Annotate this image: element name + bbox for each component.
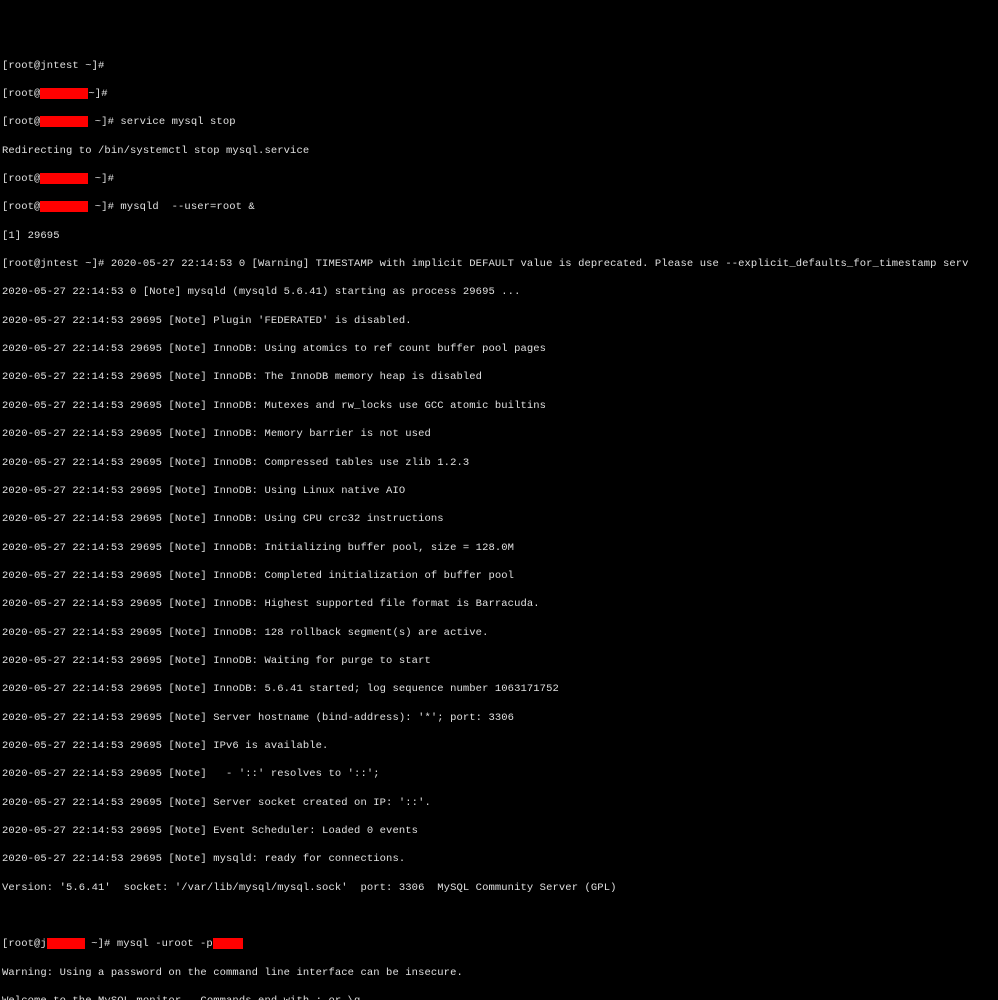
terminal-line: Warning: Using a password on the command…: [2, 966, 996, 980]
terminal-line: 2020-05-27 22:14:53 29695 [Note] Plugin …: [2, 314, 996, 328]
terminal-line: 2020-05-27 22:14:53 29695 [Note] InnoDB:…: [2, 484, 996, 498]
redacted-hostname: [40, 201, 88, 212]
terminal-line: 2020-05-27 22:14:53 29695 [Note] InnoDB:…: [2, 370, 996, 384]
terminal-line: 2020-05-27 22:14:53 29695 [Note] InnoDB:…: [2, 626, 996, 640]
terminal-line: 2020-05-27 22:14:53 29695 [Note] IPv6 is…: [2, 739, 996, 753]
terminal-line: 2020-05-27 22:14:53 29695 [Note] mysqld:…: [2, 852, 996, 866]
terminal-line: [root@j ~]# mysql -uroot -p: [2, 937, 996, 951]
terminal-line: Welcome to the MySQL monitor. Commands e…: [2, 994, 996, 1000]
terminal-line: 2020-05-27 22:14:53 29695 [Note] InnoDB:…: [2, 512, 996, 526]
terminal-line: [root@~]#: [2, 87, 996, 101]
terminal-line: Redirecting to /bin/systemctl stop mysql…: [2, 144, 996, 158]
terminal-line: [1] 29695: [2, 229, 996, 243]
terminal-line: 2020-05-27 22:14:53 29695 [Note] InnoDB:…: [2, 342, 996, 356]
terminal-line: [root@ ~]#: [2, 172, 996, 186]
redacted-hostname: [40, 116, 88, 127]
terminal-line: 2020-05-27 22:14:53 29695 [Note] - '::' …: [2, 767, 996, 781]
terminal-line: [root@jntest ~]# 2020-05-27 22:14:53 0 […: [2, 257, 996, 271]
terminal-line: 2020-05-27 22:14:53 29695 [Note] InnoDB:…: [2, 541, 996, 555]
terminal-line: 2020-05-27 22:14:53 29695 [Note] Server …: [2, 711, 996, 725]
terminal-line: [2, 909, 996, 923]
terminal-line: 2020-05-27 22:14:53 29695 [Note] InnoDB:…: [2, 597, 996, 611]
terminal-line: 2020-05-27 22:14:53 29695 [Note] InnoDB:…: [2, 569, 996, 583]
terminal-line: [root@ ~]# service mysql stop: [2, 115, 996, 129]
terminal-line: [root@ ~]# mysqld --user=root &: [2, 200, 996, 214]
terminal-line: 2020-05-27 22:14:53 29695 [Note] InnoDB:…: [2, 456, 996, 470]
terminal-line: 2020-05-27 22:14:53 29695 [Note] InnoDB:…: [2, 427, 996, 441]
terminal-line: [root@jntest ~]#: [2, 59, 996, 73]
redacted-hostname: [40, 173, 88, 184]
redacted-hostname: [40, 88, 88, 99]
terminal-line: 2020-05-27 22:14:53 29695 [Note] InnoDB:…: [2, 654, 996, 668]
redacted-hostname: [47, 938, 85, 949]
terminal-line: 2020-05-27 22:14:53 0 [Note] mysqld (mys…: [2, 285, 996, 299]
terminal-line: 2020-05-27 22:14:53 29695 [Note] Event S…: [2, 824, 996, 838]
terminal-line: 2020-05-27 22:14:53 29695 [Note] InnoDB:…: [2, 399, 996, 413]
redacted-password: [213, 938, 243, 949]
terminal-line: Version: '5.6.41' socket: '/var/lib/mysq…: [2, 881, 996, 895]
terminal-line: 2020-05-27 22:14:53 29695 [Note] Server …: [2, 796, 996, 810]
terminal-line: 2020-05-27 22:14:53 29695 [Note] InnoDB:…: [2, 682, 996, 696]
